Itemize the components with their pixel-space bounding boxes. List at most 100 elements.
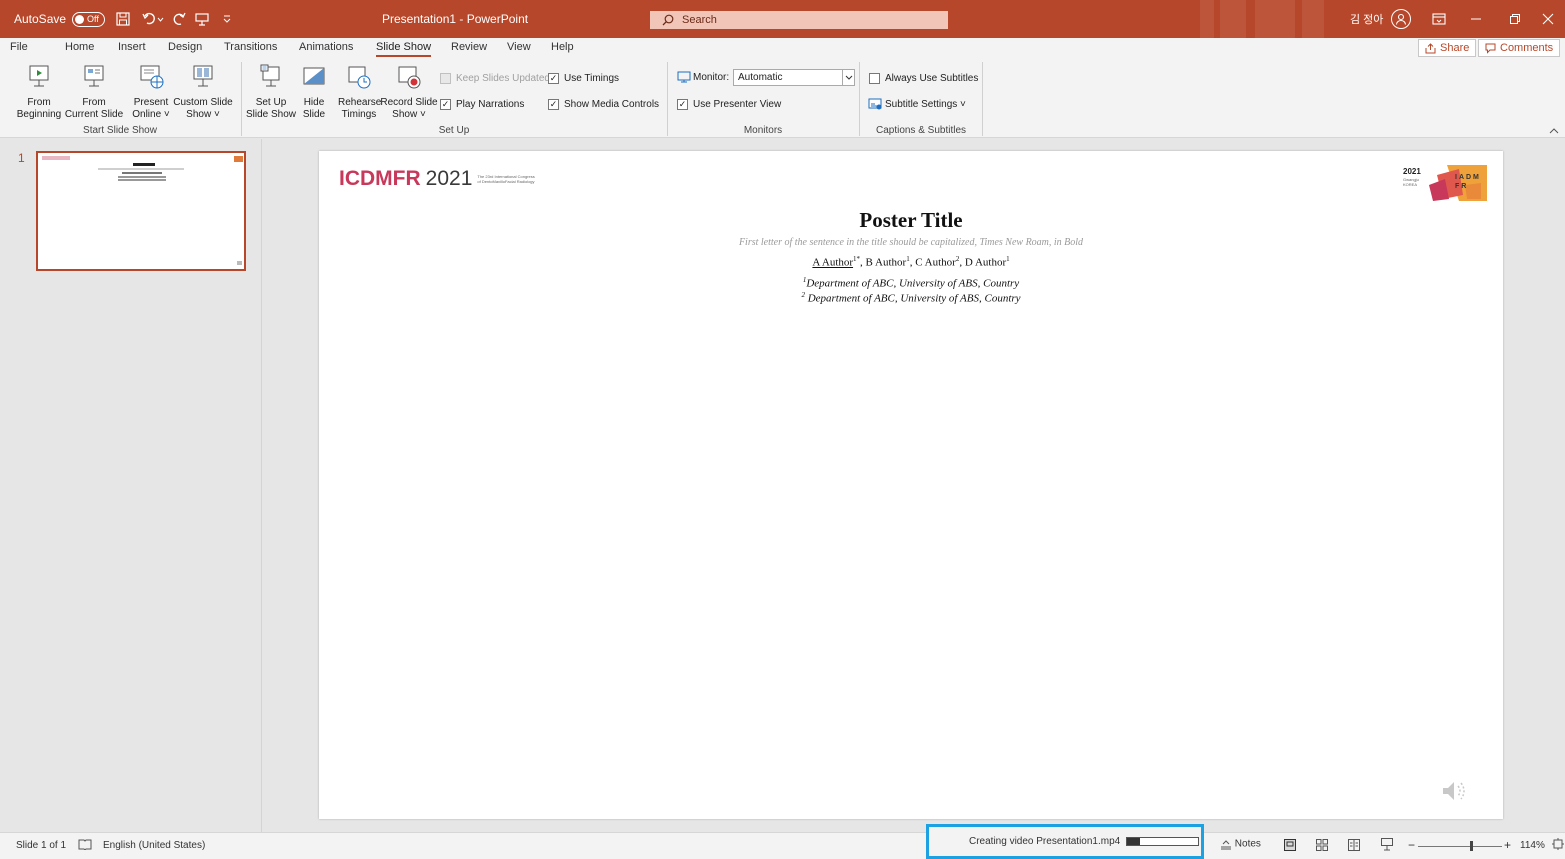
user-account[interactable]: 김 정아 [1350, 0, 1412, 38]
use-presenter-view-checkbox[interactable]: ✓ Use Presenter View [677, 99, 781, 110]
video-export-progress[interactable]: Creating video Presentation1.mp4 [926, 824, 1204, 859]
slide-sorter-button[interactable] [1316, 839, 1328, 854]
tab-help[interactable]: Help [551, 41, 574, 53]
affiliation-2[interactable]: 2 Department of ABC, University of ABS, … [319, 291, 1503, 305]
zoom-slider-thumb[interactable] [1470, 841, 1474, 851]
autosave-state: Off [87, 14, 99, 24]
zoom-level[interactable]: 114% [1520, 840, 1545, 851]
zoom-slider-track[interactable] [1418, 846, 1502, 847]
speaker-icon[interactable] [1441, 779, 1469, 803]
person-icon [1396, 13, 1407, 25]
author-list[interactable]: A Author1*, B Author1, C Author2, D Auth… [319, 255, 1503, 269]
avatar[interactable] [1391, 9, 1412, 29]
tab-file[interactable]: File [10, 41, 28, 53]
autosave-control[interactable]: AutoSave Off [14, 0, 105, 38]
author-name: C Author [915, 256, 956, 269]
fit-to-window-button[interactable] [1552, 838, 1564, 853]
reading-view-button[interactable] [1348, 839, 1360, 854]
tab-transitions[interactable]: Transitions [224, 41, 277, 53]
customize-toolbar-button[interactable] [222, 0, 232, 38]
poster-subtitle[interactable]: First letter of the sentence in the titl… [319, 237, 1503, 248]
redo-icon [173, 12, 186, 26]
poster-title[interactable]: Poster Title [319, 208, 1503, 233]
rehearse-timings-button[interactable]: Rehearse Timings [338, 64, 382, 121]
keep-slides-updated-checkbox[interactable]: Keep Slides Updated [440, 73, 550, 84]
record-icon [398, 66, 421, 89]
start-presentation-button[interactable] [195, 0, 209, 38]
tab-design[interactable]: Design [168, 41, 202, 53]
keep-slides-updated-label: Keep Slides Updated [456, 73, 550, 84]
comments-button[interactable]: Comments [1478, 39, 1561, 57]
subtitle-settings-label: Subtitle Settings ˅ [885, 98, 966, 110]
save-button[interactable] [116, 0, 130, 38]
autosave-toggle[interactable]: Off [72, 11, 105, 27]
redo-button[interactable] [172, 0, 186, 38]
collapse-ribbon-button[interactable] [1549, 124, 1559, 138]
notes-button[interactable]: Notes [1220, 838, 1261, 850]
group-separator [982, 62, 983, 136]
thumbnail-affiliation [118, 176, 166, 178]
author-sup: 2 [955, 255, 960, 263]
customize-icon [223, 15, 231, 23]
play-from-beginning-icon [29, 65, 49, 87]
checkbox-box [869, 73, 880, 84]
tab-insert[interactable]: Insert [118, 41, 146, 53]
notes-label: Notes [1234, 838, 1261, 850]
rehearse-timings-icon [348, 66, 371, 89]
close-button[interactable] [1542, 0, 1554, 38]
subtitle-settings-button[interactable]: Subtitle Settings ˅ [868, 98, 966, 110]
monitor-dropdown[interactable]: Automatic [733, 69, 855, 86]
search-box[interactable]: Search [650, 11, 948, 29]
logo-tagline: The 23rd International Congress of Dento… [477, 174, 535, 184]
tab-home[interactable]: Home [65, 41, 94, 53]
share-button[interactable]: Share [1418, 39, 1477, 57]
record-slide-show-button[interactable]: Record Slide Show ˅ [380, 64, 438, 121]
from-current-slide-button[interactable]: From Current Slide [62, 64, 126, 121]
group-label-monitors: Monitors [743, 125, 783, 136]
title-decoration [1302, 0, 1324, 38]
always-use-subtitles-checkbox[interactable]: Always Use Subtitles [869, 73, 978, 84]
search-icon [662, 14, 674, 26]
monitor-value: Automatic [738, 72, 783, 83]
hide-slide-button[interactable]: Hide Slide [298, 64, 330, 121]
slide-thumbnail[interactable] [36, 151, 246, 271]
tab-slide-show[interactable]: Slide Show [376, 41, 432, 57]
book-icon [78, 839, 92, 851]
play-narrations-checkbox[interactable]: ✓ Play Narrations [440, 99, 524, 110]
rehearse-label-1: Rehearse [338, 97, 382, 108]
set-up-show-icon [260, 64, 280, 87]
checkmark-icon: ✓ [677, 99, 688, 110]
fit-to-window-icon [1552, 838, 1564, 850]
share-icon [1425, 42, 1436, 53]
slide-canvas[interactable]: ICDMFR 2021 The 23rd International Congr… [319, 151, 1503, 819]
ribbon-tabs: File Home Insert Design Transitions Anim… [0, 38, 1565, 58]
show-media-controls-checkbox[interactable]: ✓ Show Media Controls [548, 99, 659, 110]
language-indicator[interactable]: English (United States) [103, 840, 205, 851]
ribbon-display-options-button[interactable] [1432, 0, 1446, 38]
tab-review[interactable]: Review [451, 41, 487, 53]
zoom-out-button[interactable]: − [1408, 838, 1415, 852]
set-up-slide-show-button[interactable]: Set Up Slide Show [244, 64, 298, 121]
logo-year-text: 2021 [425, 167, 473, 190]
thumbnail-subtitle [98, 168, 184, 170]
normal-view-button[interactable] [1284, 839, 1296, 854]
hide-slide-icon [303, 67, 325, 85]
minimize-icon [1471, 18, 1481, 20]
present-online-button[interactable]: Present Online ˅ [128, 64, 174, 121]
tab-view[interactable]: View [507, 41, 531, 53]
slide-show-button[interactable] [1381, 838, 1393, 854]
use-timings-checkbox[interactable]: ✓ Use Timings [548, 73, 619, 84]
minimize-button[interactable] [1470, 0, 1482, 38]
group-separator [241, 62, 242, 136]
restore-button[interactable] [1509, 0, 1521, 38]
zoom-in-button[interactable]: + [1504, 838, 1511, 852]
monitor-selector: Monitor: [677, 71, 729, 83]
title-decoration [1220, 0, 1246, 38]
custom-slide-show-button[interactable]: Custom Slide Show ˅ [172, 64, 234, 121]
undo-button[interactable] [142, 0, 164, 38]
thumbnail-title [133, 163, 155, 166]
affiliation-1[interactable]: 1Department of ABC, University of ABS, C… [319, 276, 1503, 290]
tab-animations[interactable]: Animations [299, 41, 353, 53]
title-bar: AutoSave Off Presentation1 - PowerPoint … [0, 0, 1565, 38]
accessibility-button[interactable] [78, 838, 92, 853]
